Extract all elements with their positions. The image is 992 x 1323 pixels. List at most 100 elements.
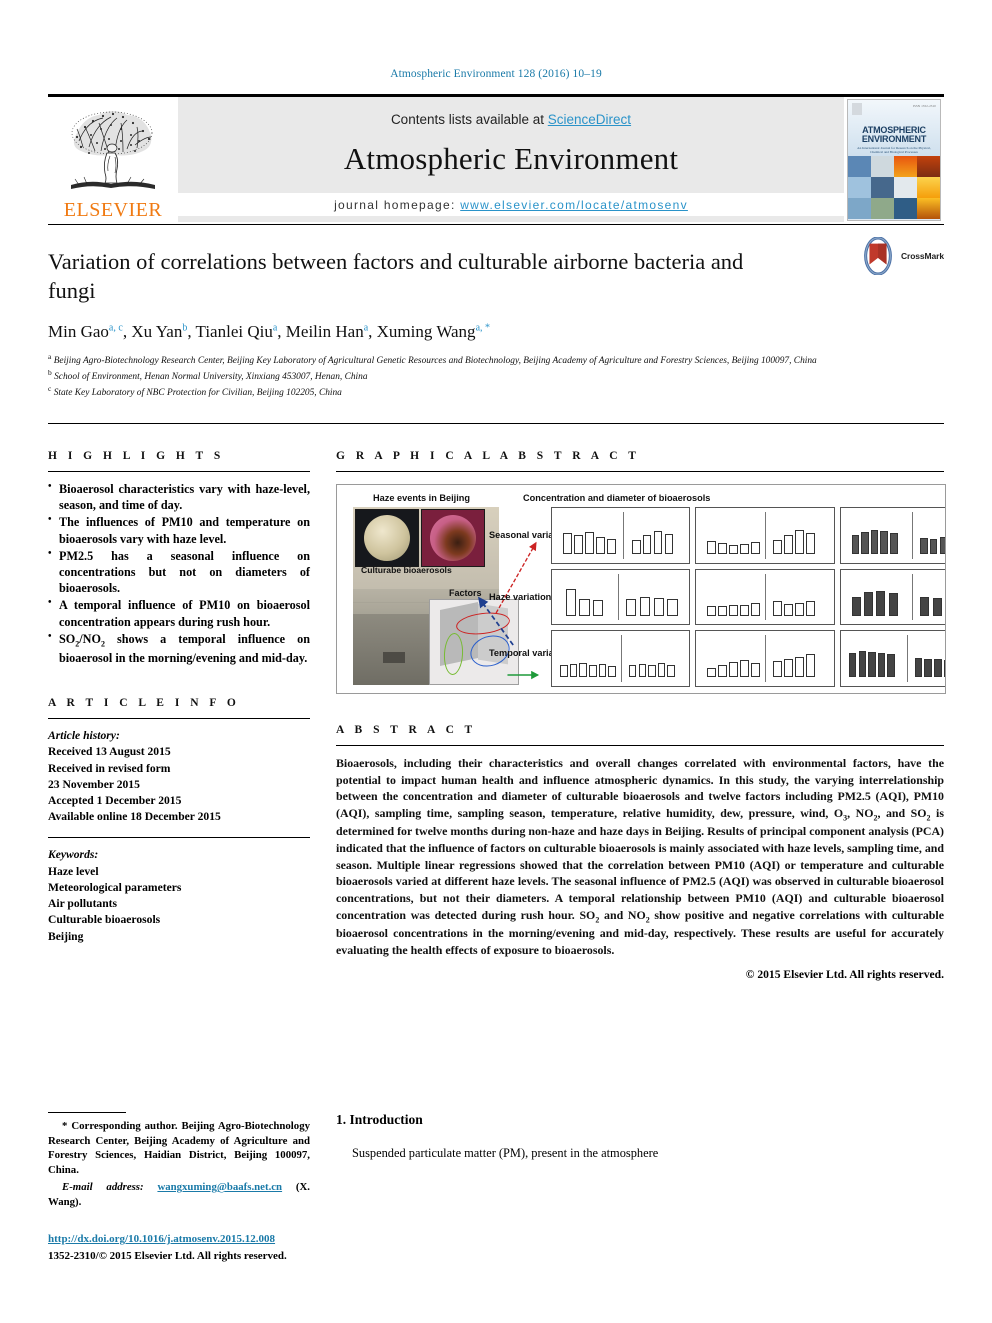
article-info-rule bbox=[48, 718, 310, 720]
cover-elsevier-mark-icon bbox=[852, 102, 862, 115]
cover-cell bbox=[894, 177, 917, 199]
journal-title: Atmospheric Environment bbox=[343, 140, 679, 176]
highlights-rule bbox=[48, 470, 310, 472]
pca-3d-plot bbox=[429, 598, 519, 685]
author-affil-mark: a, * bbox=[475, 321, 491, 333]
author-affil-mark: b bbox=[182, 321, 188, 333]
footnote-column: * Corresponding author. Beijing Agro-Bio… bbox=[48, 1112, 310, 1264]
cover-header: ISSN 1352-2310 ATMOSPHERIC ENVIRONMENT A… bbox=[848, 99, 940, 156]
fungi-colony-plate bbox=[430, 514, 476, 561]
introduction-heading: 1. Introduction bbox=[336, 1112, 423, 1127]
highlight-text: A temporal influence of PM10 on bioaeros… bbox=[59, 598, 310, 629]
cover-issn-code: ISSN 1352-2310 bbox=[912, 103, 936, 108]
affiliation-text: School of Environment, Henan Normal Univ… bbox=[54, 372, 368, 383]
article-info-heading: A R T I C L E I N F O bbox=[48, 697, 240, 710]
boxplot-panel bbox=[695, 630, 835, 687]
graphical-abstract-figure: Haze events in Beijing Concentration and… bbox=[336, 483, 946, 694]
affiliation: a Beijing Agro-Biotechnology Research Ce… bbox=[48, 352, 944, 368]
abstract-copyright: © 2015 Elsevier Ltd. All rights reserved… bbox=[745, 967, 944, 981]
petri-dish-bacteria bbox=[355, 508, 419, 567]
cover-cell bbox=[871, 177, 894, 199]
email-note: E-mail address: wangxuming@baafs.net.cn … bbox=[48, 1180, 310, 1209]
author-name: Min Gao bbox=[48, 321, 109, 341]
journal-homepage-line: journal homepage: www.elsevier.com/locat… bbox=[178, 192, 844, 216]
right-column: G R A P H I C A L A B S T R A C T Haze e… bbox=[336, 450, 946, 981]
cover-subtitle: An International Journal for Research on… bbox=[857, 145, 931, 154]
list-item: PM2.5 has a seasonal influence on concen… bbox=[48, 547, 310, 597]
elsevier-logo: ELSEVIER bbox=[48, 97, 178, 222]
journal-banner: ELSEVIER Contents lists available at Sci… bbox=[48, 97, 944, 222]
journal-cover-thumbnail: ISSN 1352-2310 ATMOSPHERIC ENVIRONMENT A… bbox=[844, 97, 944, 222]
history-item: Available online 18 December 2015 bbox=[48, 810, 221, 824]
author-affil-mark: a, c bbox=[108, 321, 123, 333]
sciencedirect-link[interactable]: ScienceDirect bbox=[548, 112, 631, 127]
abstract-rule bbox=[336, 744, 944, 746]
boxplot-panel bbox=[839, 568, 945, 626]
crossmark-badge[interactable]: CrossMark bbox=[859, 237, 944, 275]
elsevier-wordmark: ELSEVIER bbox=[63, 199, 163, 221]
introduction-column: 1. Introduction Suspended particulate ma… bbox=[336, 1112, 944, 1264]
two-column-body: H I G H L I G H T S Bioaerosol character… bbox=[48, 424, 946, 981]
affiliation-mark: c bbox=[48, 384, 52, 394]
crossmark-icon bbox=[864, 237, 892, 275]
cover-title: ATMOSPHERIC ENVIRONMENT bbox=[848, 125, 940, 145]
keywords-label: Keywords: bbox=[48, 848, 99, 862]
keyword: Haze level bbox=[48, 864, 99, 878]
affiliation-text: State Key Laboratory of NBC Protection f… bbox=[53, 388, 342, 399]
ga-label-concentration: Concentration and diameter of bioaerosol… bbox=[523, 492, 711, 503]
keyword: Beijing bbox=[48, 929, 84, 943]
boxplot-panel bbox=[695, 568, 835, 626]
keyword: Meteorological parameters bbox=[48, 880, 182, 894]
boxplot-panel bbox=[839, 630, 945, 687]
author-name: Xu Yan bbox=[131, 321, 183, 341]
banner-center: Contents lists available at ScienceDirec… bbox=[178, 97, 844, 222]
contents-prefix: Contents lists available at bbox=[390, 111, 548, 127]
highlight-text: SO2/NO2 shows a temporal influence on bi… bbox=[59, 631, 310, 665]
issn-copyright-line: 1352-2310/© 2015 Elsevier Ltd. All right… bbox=[48, 1249, 287, 1262]
doi-block: http://dx.doi.org/10.1016/j.atmosenv.201… bbox=[48, 1231, 310, 1264]
history-item: 23 November 2015 bbox=[48, 777, 140, 791]
keyword: Culturable bioaerosols bbox=[48, 913, 161, 927]
article-history-label: Article history: bbox=[48, 729, 120, 743]
affiliation-list: a Beijing Agro-Biotechnology Research Ce… bbox=[48, 352, 944, 401]
ga-label-factors: Factors bbox=[449, 587, 482, 598]
affiliation: b School of Environment, Henan Normal Un… bbox=[48, 368, 944, 384]
boxplot-panel bbox=[551, 568, 691, 626]
list-item: A temporal influence of PM10 on bioaeros… bbox=[48, 596, 310, 629]
cover-cell bbox=[871, 198, 894, 220]
email-link[interactable]: wangxuming@baafs.net.cn bbox=[157, 1181, 282, 1193]
cover-cell bbox=[848, 155, 871, 178]
running-head: Atmospheric Environment 128 (2016) 10–19 bbox=[390, 68, 602, 80]
author: Tianlei Qiua bbox=[196, 322, 278, 341]
introduction-first-line: Suspended particulate matter (PM), prese… bbox=[352, 1146, 659, 1160]
author-name: Meilin Han bbox=[285, 321, 364, 341]
ga-label-haze-events: Haze events in Beijing bbox=[373, 492, 471, 503]
page-title: Variation of correlations between factor… bbox=[48, 249, 744, 304]
cover-cell bbox=[848, 177, 871, 199]
cover-cell bbox=[894, 155, 917, 178]
highlights-list: Bioaerosol characteristics vary with haz… bbox=[48, 480, 310, 666]
left-column: H I G H L I G H T S Bioaerosol character… bbox=[48, 450, 310, 981]
highlights-heading: H I G H L I G H T S bbox=[48, 449, 225, 462]
corresponding-author-note: * Corresponding author. Beijing Agro-Bio… bbox=[48, 1120, 310, 1176]
homepage-label: journal homepage: bbox=[334, 197, 461, 212]
keywords-rule bbox=[48, 837, 310, 839]
abstract-heading: A B S T R A C T bbox=[336, 723, 477, 736]
article-first-page: Atmospheric Environment 128 (2016) 10–19 bbox=[0, 0, 992, 1323]
ga-label-haze-variation: Haze variation bbox=[489, 591, 552, 602]
boxplot-panel bbox=[695, 506, 835, 564]
list-item: SO2/NO2 shows a temporal influence on bi… bbox=[48, 630, 310, 666]
boxplot-panel bbox=[551, 506, 691, 564]
boxplot-grid bbox=[551, 506, 945, 687]
photo-rooftop-box bbox=[383, 651, 405, 663]
highlight-text: The influences of PM10 and temperature o… bbox=[59, 515, 310, 546]
footnote-rule bbox=[48, 1112, 126, 1113]
doi-link[interactable]: http://dx.doi.org/10.1016/j.atmosenv.201… bbox=[48, 1233, 275, 1245]
title-block: Variation of correlations between factor… bbox=[48, 225, 944, 401]
cover-cell bbox=[917, 155, 940, 178]
journal-homepage-link[interactable]: www.elsevier.com/locate/atmosenv bbox=[460, 198, 688, 212]
author: Min Gaoa, c bbox=[48, 322, 123, 341]
crossmark-label: CrossMark bbox=[900, 251, 944, 261]
history-item: Received in revised form bbox=[48, 761, 171, 775]
author-name: Tianlei Qiu bbox=[195, 321, 273, 341]
